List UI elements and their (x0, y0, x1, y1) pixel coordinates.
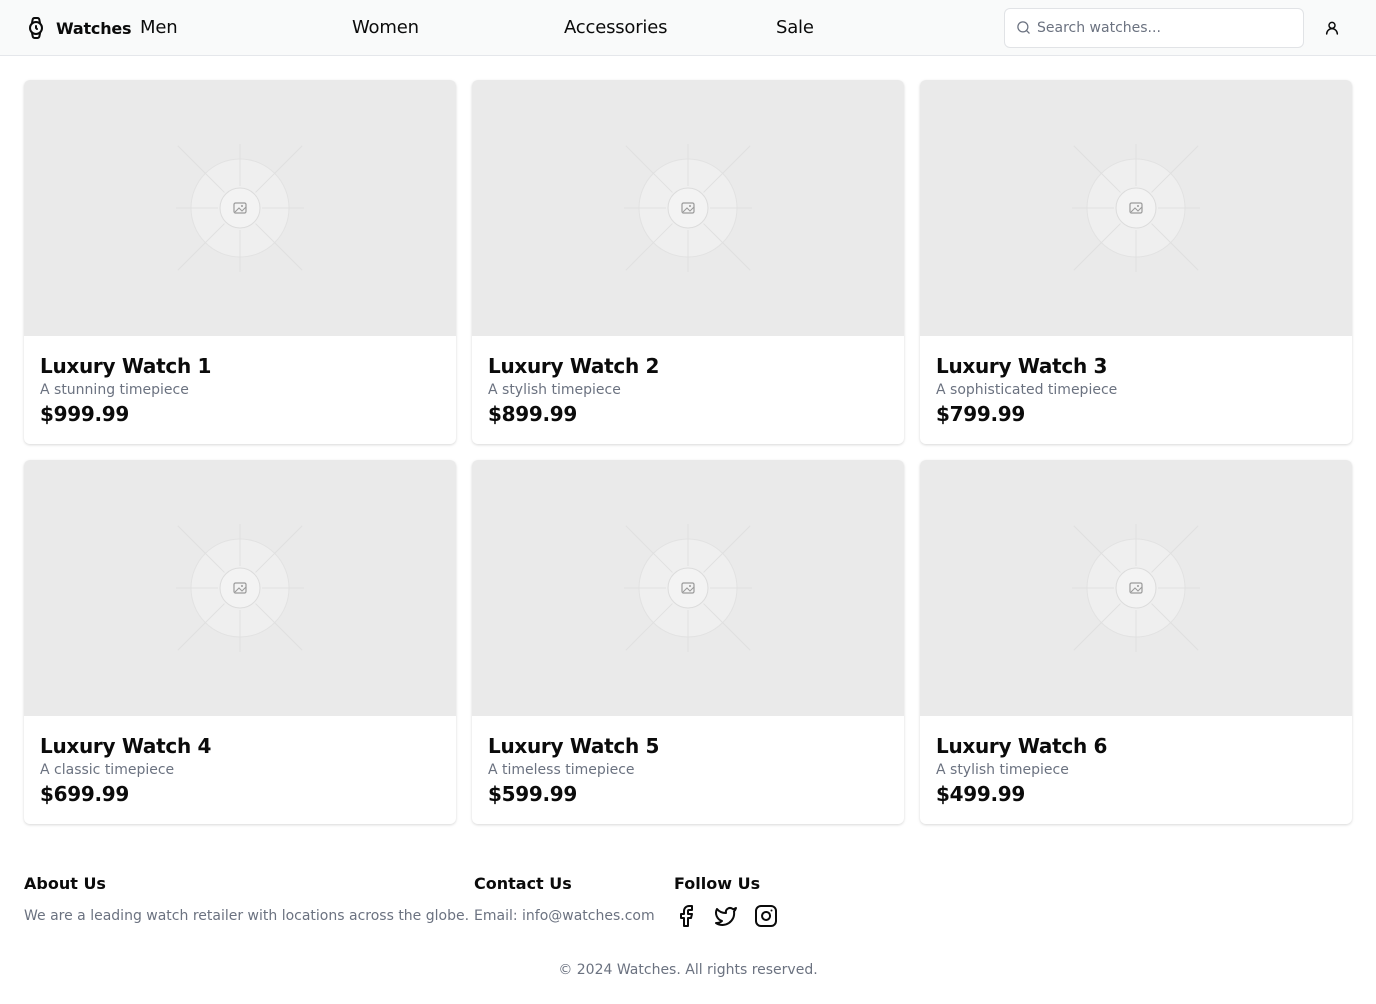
product-price: $699.99 (40, 782, 129, 806)
product-card[interactable]: Luxury Watch 6 A stylish timepiece $499.… (920, 460, 1352, 824)
image-placeholder-icon (176, 144, 304, 272)
product-title: Luxury Watch 4 (40, 734, 212, 758)
image-placeholder-icon (624, 144, 752, 272)
product-card[interactable]: Luxury Watch 2 A stylish timepiece $899.… (472, 80, 904, 444)
product-card[interactable]: Luxury Watch 3 A sophisticated timepiece… (920, 80, 1352, 444)
product-price: $999.99 (40, 402, 129, 426)
user-icon (1325, 21, 1339, 35)
site-header: Watches Men Women Accessories Sale (0, 0, 1376, 56)
instagram-link[interactable] (754, 904, 778, 928)
image-placeholder-icon (1072, 144, 1200, 272)
footer-follow: Follow Us (674, 874, 778, 928)
image-placeholder-icon (624, 524, 752, 652)
product-price: $599.99 (488, 782, 577, 806)
search-icon (1017, 21, 1030, 34)
watch-icon (29, 17, 43, 39)
product-description: A sophisticated timepiece (936, 382, 1118, 398)
image-placeholder-icon (1072, 524, 1200, 652)
facebook-link[interactable] (674, 904, 698, 928)
product-description: A stunning timepiece (40, 382, 189, 398)
nav-men-link[interactable]: Men (140, 16, 178, 40)
image-placeholder-icon (176, 524, 304, 652)
footer-contact: Contact Us Email: info@watches.com (474, 874, 655, 926)
product-price: $899.99 (488, 402, 577, 426)
product-title: Luxury Watch 1 (40, 354, 212, 378)
product-image-placeholder (24, 460, 456, 716)
product-description: A timeless timepiece (488, 762, 635, 778)
product-price: $499.99 (936, 782, 1025, 806)
product-image-placeholder (24, 80, 456, 336)
product-image-placeholder (472, 80, 904, 336)
product-card[interactable]: Luxury Watch 5 A timeless timepiece $599… (472, 460, 904, 824)
footer-about: About Us We are a leading watch retailer… (24, 874, 469, 926)
nav-women-link[interactable]: Women (352, 16, 419, 40)
product-grid: Luxury Watch 1 A stunning timepiece $999… (24, 80, 1352, 824)
product-card[interactable]: Luxury Watch 4 A classic timepiece $699.… (24, 460, 456, 824)
product-image-placeholder (472, 460, 904, 716)
footer-contact-email: Email: info@watches.com (474, 908, 655, 924)
twitter-icon (715, 907, 737, 926)
brand-logo-link[interactable]: Watches (24, 14, 132, 42)
footer-contact-heading: Contact Us (474, 874, 572, 893)
product-description: A stylish timepiece (488, 382, 621, 398)
nav-accessories-link[interactable]: Accessories (564, 16, 667, 40)
footer-about-heading: About Us (24, 874, 106, 893)
product-description: A classic timepiece (40, 762, 175, 778)
product-title: Luxury Watch 3 (936, 354, 1108, 378)
facebook-icon (680, 905, 693, 927)
product-image-placeholder (920, 460, 1352, 716)
product-price: $799.99 (936, 402, 1025, 426)
search-input[interactable] (1037, 9, 1299, 47)
product-title: Luxury Watch 6 (936, 734, 1108, 758)
product-title: Luxury Watch 5 (488, 734, 660, 758)
product-card[interactable]: Luxury Watch 1 A stunning timepiece $999… (24, 80, 456, 444)
product-image-placeholder (920, 80, 1352, 336)
search-box (1004, 8, 1304, 48)
footer-about-text: We are a leading watch retailer with loc… (24, 908, 470, 924)
instagram-icon (755, 905, 777, 927)
social-links (674, 904, 778, 928)
nav-sale-link[interactable]: Sale (776, 16, 814, 40)
product-description: A stylish timepiece (936, 762, 1069, 778)
account-button[interactable] (1320, 16, 1344, 40)
copyright-text: © 2024 Watches. All rights reserved. (558, 962, 818, 978)
footer-follow-heading: Follow Us (674, 874, 761, 893)
brand-name: Watches (56, 18, 132, 38)
product-title: Luxury Watch 2 (488, 354, 660, 378)
twitter-link[interactable] (714, 904, 738, 928)
